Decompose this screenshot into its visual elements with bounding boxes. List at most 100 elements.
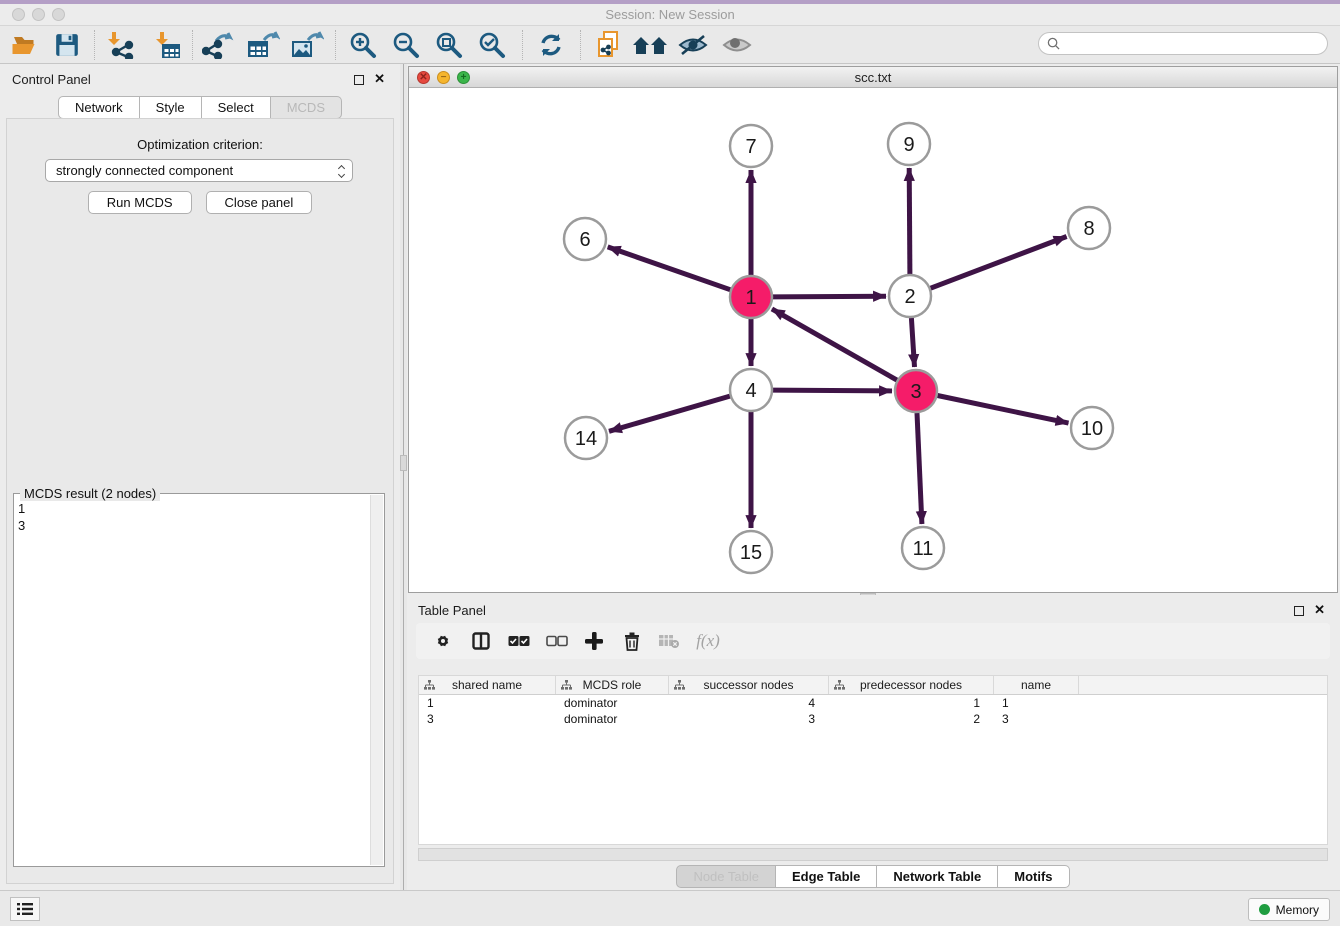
table-cell[interactable]: 3 <box>669 711 829 727</box>
table-cell[interactable]: 2 <box>829 711 994 727</box>
table-options-button[interactable] <box>428 626 458 656</box>
run-mcds-button[interactable]: Run MCDS <box>88 191 192 214</box>
graph-node-label-15: 15 <box>740 542 762 564</box>
column-type-icon <box>834 680 845 691</box>
control-panel-title: Control Panel <box>12 72 91 87</box>
graph-edge-3-10[interactable] <box>938 396 1069 424</box>
delete-table-button[interactable] <box>654 626 684 656</box>
toolbar-separator <box>335 30 336 60</box>
float-panel-icon[interactable] <box>354 75 364 85</box>
open-session-button[interactable] <box>8 28 42 62</box>
column-header-MCDS-role[interactable]: MCDS role <box>556 676 669 694</box>
create-column-button[interactable] <box>579 626 609 656</box>
tab-network-table[interactable]: Network Table <box>877 865 998 888</box>
table-cell[interactable]: dominator <box>556 711 669 727</box>
column-type-icon <box>424 680 435 691</box>
splitter-handle[interactable] <box>400 455 407 471</box>
export-arrow-icon <box>308 32 321 40</box>
table-cell[interactable]: 1 <box>994 695 1079 711</box>
graph-edge-1-6[interactable] <box>608 247 731 290</box>
apply-layout-button[interactable] <box>534 28 568 62</box>
task-history-button[interactable] <box>10 897 40 921</box>
table-cell[interactable]: dominator <box>556 695 669 711</box>
search-box[interactable] <box>1038 32 1328 55</box>
toolbar-separator <box>522 30 523 60</box>
copy-network-button[interactable] <box>592 28 626 62</box>
control-panel: Control Panel ✕ NetworkStyleSelectMCDS O… <box>0 64 400 890</box>
mcds-result-scrollbar[interactable] <box>370 495 383 865</box>
table-cell[interactable]: 1 <box>419 695 556 711</box>
table-horizontal-scrollbar[interactable] <box>418 848 1328 861</box>
zoom-selected-icon <box>477 30 507 60</box>
column-header-successor-nodes[interactable]: successor nodes <box>669 676 829 694</box>
export-image-button[interactable] <box>290 28 324 62</box>
graph-node-label-1: 1 <box>745 287 756 309</box>
criterion-dropdown[interactable]: strongly connected component <box>45 159 353 182</box>
gear-icon <box>433 631 453 651</box>
column-header-predecessor-nodes[interactable]: predecessor nodes <box>829 676 994 694</box>
graph-edge-2-8[interactable] <box>931 237 1067 289</box>
table-toolbar: f(x) <box>416 623 1330 659</box>
network-canvas[interactable]: 7968124314101511 <box>409 88 1337 592</box>
export-network-button[interactable] <box>201 28 235 62</box>
table-row[interactable]: 3dominator323 <box>419 711 1327 727</box>
status-bar: Memory <box>0 890 1340 926</box>
toolbar-separator <box>94 30 95 60</box>
table-cell[interactable]: 1 <box>829 695 994 711</box>
search-input[interactable] <box>1065 37 1319 51</box>
table-cell[interactable]: 4 <box>669 695 829 711</box>
node-table-header: shared nameMCDS rolesuccessor nodesprede… <box>419 676 1327 695</box>
graph-edge-4-3[interactable] <box>773 390 892 391</box>
import-table-button[interactable] <box>150 28 184 62</box>
export-table-button[interactable] <box>246 28 280 62</box>
graph-edge-2-3[interactable] <box>911 318 914 367</box>
graph-node-label-9: 9 <box>903 134 914 156</box>
import-network-button[interactable] <box>102 28 136 62</box>
zoom-fit-button[interactable] <box>432 28 466 62</box>
close-table-panel-icon[interactable]: ✕ <box>1314 602 1325 618</box>
function-builder-button[interactable]: f(x) <box>688 626 728 656</box>
memory-button[interactable]: Memory <box>1248 898 1330 921</box>
tab-style[interactable]: Style <box>140 96 202 119</box>
close-panel-icon[interactable]: ✕ <box>374 71 385 87</box>
table-row[interactable]: 1dominator411 <box>419 695 1327 711</box>
zoom-out-button[interactable] <box>389 28 423 62</box>
table-cell[interactable]: 3 <box>994 711 1079 727</box>
network-window-titlebar[interactable]: ✕ − + scc.txt <box>409 67 1337 88</box>
graph-node-label-11: 11 <box>913 538 934 560</box>
graph-edge-3-1[interactable] <box>772 309 897 380</box>
network-graph[interactable]: 7968124314101511 <box>409 88 1337 592</box>
hide-selected-button[interactable] <box>676 28 710 62</box>
tab-node-table[interactable]: Node Table <box>676 865 776 888</box>
column-header-shared-name[interactable]: shared name <box>419 676 556 694</box>
tab-edge-table[interactable]: Edge Table <box>776 865 877 888</box>
tab-select[interactable]: Select <box>202 96 271 119</box>
tab-motifs[interactable]: Motifs <box>998 865 1069 888</box>
tab-network[interactable]: Network <box>58 96 140 119</box>
delete-columns-button[interactable] <box>617 626 647 656</box>
export-arrow-icon <box>216 33 230 41</box>
zoom-in-button[interactable] <box>346 28 380 62</box>
table-cell[interactable]: 3 <box>419 711 556 727</box>
save-session-button[interactable] <box>50 28 84 62</box>
table-icon <box>248 41 268 57</box>
share-network-icon <box>203 41 221 59</box>
first-neighbors-button[interactable] <box>630 28 670 62</box>
optimization-criterion-label: Optimization criterion: <box>7 137 393 152</box>
graph-edge-4-14[interactable] <box>609 396 730 431</box>
panel-splitter[interactable] <box>400 64 407 890</box>
show-all-button[interactable] <box>720 28 754 62</box>
show-column-button[interactable] <box>466 626 496 656</box>
export-arrow-icon <box>264 32 277 40</box>
tab-mcds[interactable]: MCDS <box>271 96 342 119</box>
mcds-result-group: MCDS result (2 nodes) 1 3 <box>13 493 385 867</box>
graph-edge-1-2[interactable] <box>773 296 886 297</box>
select-all-columns-button[interactable] <box>504 626 534 656</box>
float-table-panel-icon[interactable] <box>1294 606 1304 616</box>
column-header-name[interactable]: name <box>994 676 1079 694</box>
close-panel-button[interactable]: Close panel <box>206 191 313 214</box>
zoom-selected-button[interactable] <box>475 28 509 62</box>
graph-edge-2-9[interactable] <box>909 168 910 274</box>
unselect-all-columns-button[interactable] <box>542 626 572 656</box>
graph-edge-3-11[interactable] <box>917 413 922 524</box>
